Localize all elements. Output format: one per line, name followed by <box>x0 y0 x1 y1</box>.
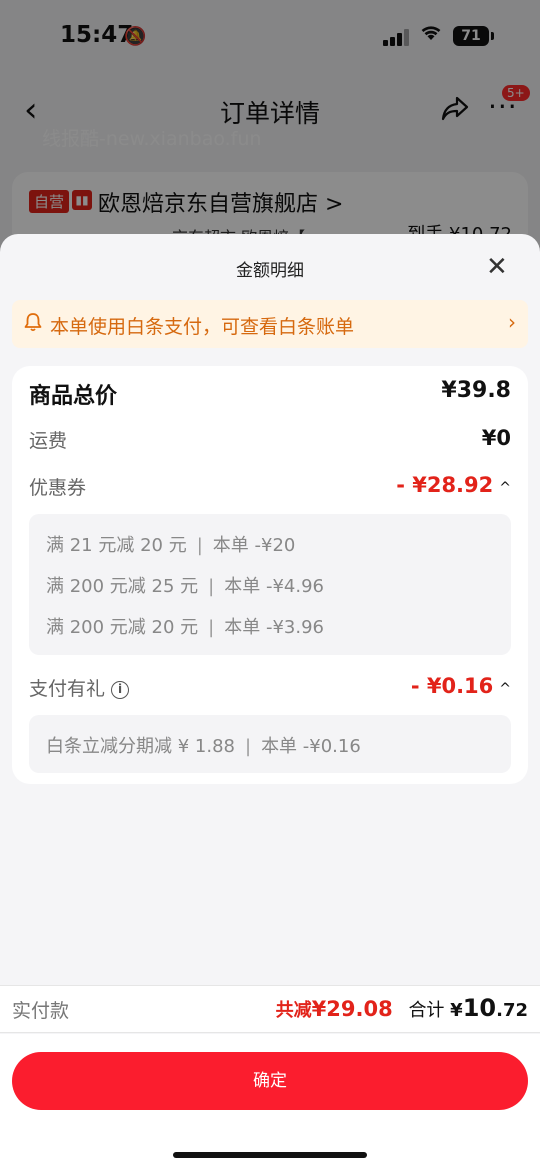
shipping-row: 运费 ¥0 <box>29 426 511 460</box>
coupon-rule: 满 200 元减 25 元 <box>46 576 199 597</box>
total-label: 合计 <box>408 1000 445 1021</box>
separator: | <box>244 736 252 757</box>
coupon-value: - ¥28.92 <box>396 473 494 497</box>
total-integer: 10 <box>462 994 497 1022</box>
total-amount: ¥10.72 <box>450 994 528 1022</box>
caret-up-icon: ^ <box>499 681 511 697</box>
coupon-amount: 本单 -¥3.96 <box>224 617 324 638</box>
amount-detail-card: 商品总价 ¥39.8 运费 ¥0 优惠券 - ¥28.92 ^ 满 21 元减 2… <box>12 366 528 784</box>
info-icon[interactable]: i <box>111 681 130 699</box>
coupon-label: 优惠券 <box>29 477 87 499</box>
coupon-row[interactable]: 优惠券 - ¥28.92 ^ <box>29 473 511 507</box>
coupon-detail-line: 满 200 元减 25 元 | 本单 -¥4.96 <box>46 572 324 598</box>
saving-prefix: 共减 <box>275 1000 312 1021</box>
shipping-label: 运费 <box>29 430 68 452</box>
coupon-detail-line: 满 200 元减 20 元 | 本单 -¥3.96 <box>46 613 324 639</box>
chevron-right-icon: › <box>508 310 516 334</box>
total-decimal: .72 <box>496 1000 528 1021</box>
pay-gift-label: 支付有礼 <box>29 678 106 700</box>
coupon-rule: 满 200 元减 20 元 <box>46 617 199 638</box>
coupon-rule: 满 21 元减 20 元 <box>46 535 187 556</box>
total-saving: 共减¥29.08 <box>275 997 393 1021</box>
coupon-detail-box: 满 21 元减 20 元 | 本单 -¥20 满 200 元减 25 元 | 本单 -¥… <box>29 514 511 655</box>
actual-payment-label: 实付款 <box>12 1000 70 1022</box>
pay-gift-row[interactable]: 支付有礼 i - ¥0.16 ^ <box>29 674 511 708</box>
payment-summary: 共减¥29.08 合计 ¥10.72 <box>276 994 528 1022</box>
goods-total-row: 商品总价 ¥39.8 <box>29 378 511 412</box>
pay-gift-detail-line: 白条立减分期减 ¥ 1.88 | 本单 -¥0.16 <box>46 732 361 758</box>
pay-gift-detail-box: 白条立减分期减 ¥ 1.88 | 本单 -¥0.16 <box>29 715 511 773</box>
shipping-value: ¥0 <box>481 426 511 450</box>
close-icon[interactable]: ✕ <box>486 254 508 280</box>
separator: | <box>208 576 215 597</box>
confirm-area: 确定 <box>0 1034 540 1170</box>
coupon-amount: 本单 -¥4.96 <box>224 576 324 597</box>
pay-gift-amount: 本单 -¥0.16 <box>261 736 361 757</box>
bell-icon <box>24 312 42 337</box>
caret-up-icon: ^ <box>499 480 511 496</box>
sheet-title: 金额明细 <box>236 261 304 281</box>
pay-gift-label-wrap: 支付有礼 i <box>29 674 130 701</box>
separator: | <box>196 535 203 556</box>
goods-total-label: 商品总价 <box>29 384 118 409</box>
coupon-detail-line: 满 21 元减 20 元 | 本单 -¥20 <box>46 531 295 557</box>
home-indicator[interactable] <box>173 1152 367 1158</box>
coupon-amount: 本单 -¥20 <box>212 535 296 556</box>
saving-value: ¥29.08 <box>311 997 393 1021</box>
payment-summary-bar: 实付款 共减¥29.08 合计 ¥10.72 <box>0 985 540 1033</box>
goods-total-value: ¥39.8 <box>441 378 511 403</box>
pay-gift-value-wrap[interactable]: - ¥0.16 ^ <box>411 674 511 698</box>
pay-gift-value: - ¥0.16 <box>410 674 494 698</box>
separator: | <box>208 617 215 638</box>
confirm-button[interactable]: 确定 <box>12 1052 528 1110</box>
coupon-value-wrap[interactable]: - ¥28.92 ^ <box>396 473 511 497</box>
pay-gift-rule: 白条立减分期减 ¥ 1.88 <box>46 736 235 757</box>
baitiao-notice[interactable]: 本单使用白条支付，可查看白条账单 › <box>12 300 528 348</box>
notice-text: 本单使用白条支付，可查看白条账单 <box>50 316 355 338</box>
total-currency: ¥ <box>450 1000 463 1021</box>
